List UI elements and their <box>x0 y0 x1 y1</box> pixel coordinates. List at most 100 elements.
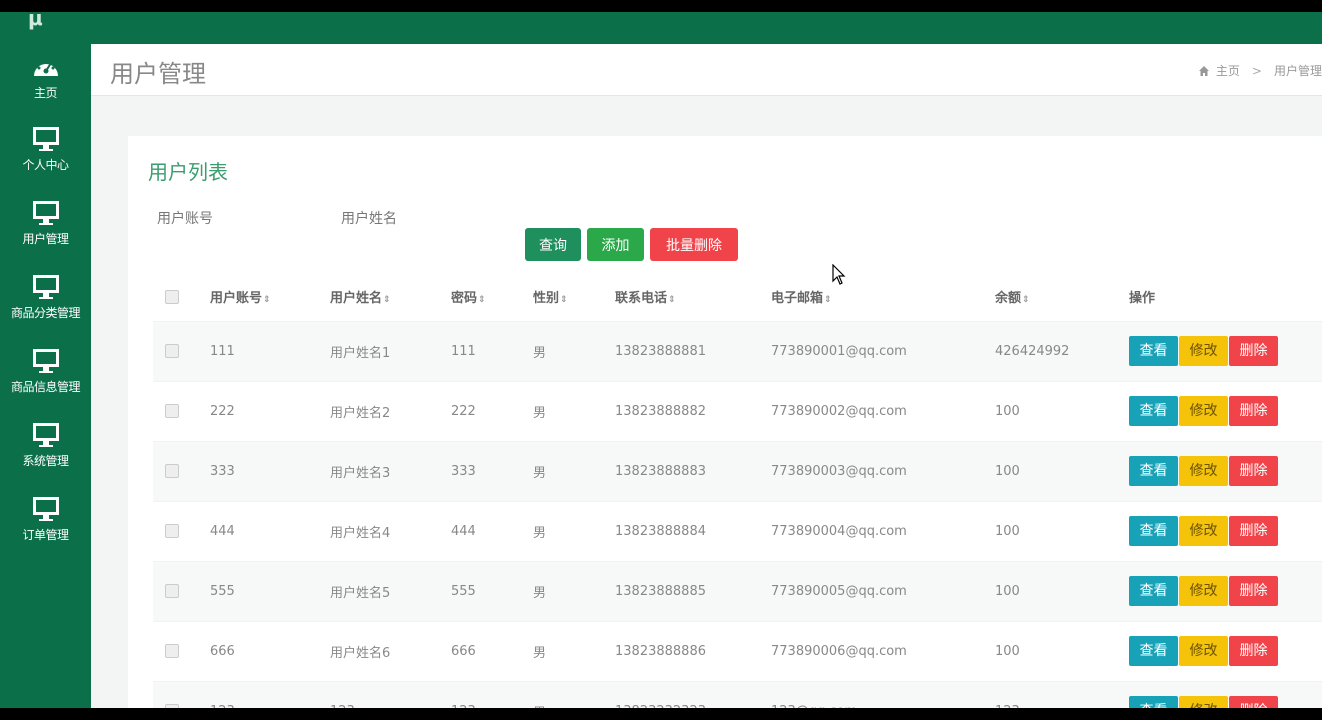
row-checkbox[interactable] <box>165 644 179 658</box>
table-row: 111 用户姓名1 111 男 13823888881 773890001@qq.com 4… <box>153 320 1322 381</box>
delete-button[interactable]: 删除 <box>1229 396 1278 426</box>
sidebar-item-label: 商品分类管理 <box>10 306 81 320</box>
row-select-cell <box>153 560 198 621</box>
row-select-cell <box>153 620 198 681</box>
row-actions: 查看修改删除 <box>1117 440 1322 501</box>
row-checkbox[interactable] <box>165 584 179 598</box>
mouse-cursor-icon <box>832 264 846 285</box>
table-header-row: 用户账号⇕ 用户姓名⇕ 密码⇕ 性别⇕ 联系电话⇕ 电子邮箱⇕ 余额⇕ 操作 <box>153 273 1322 321</box>
view-button[interactable]: 查看 <box>1129 696 1178 708</box>
sort-icon: ⇕ <box>824 295 832 306</box>
cell-name: 123 <box>318 680 439 708</box>
edit-button[interactable]: 修改 <box>1179 516 1228 546</box>
row-checkbox[interactable] <box>165 524 179 538</box>
cell-gender: 男 <box>521 680 603 708</box>
breadcrumb-home[interactable]: 主页 <box>1216 62 1240 79</box>
cell-gender: 男 <box>521 500 603 561</box>
row-checkbox[interactable] <box>165 464 179 478</box>
table-row: 666 用户姓名6 666 男 13823888886 773890006@qq.com 1… <box>153 620 1322 681</box>
cell-password: 333 <box>439 440 521 501</box>
view-button[interactable]: 查看 <box>1129 516 1178 546</box>
cell-password: 666 <box>439 620 521 681</box>
table-row: 444 用户姓名4 444 男 13823888884 773890004@qq.com 1… <box>153 500 1322 561</box>
edit-button[interactable]: 修改 <box>1179 576 1228 606</box>
panel-title: 用户列表 <box>148 160 228 184</box>
sidebar-item-order-management[interactable]: 订单管理 <box>0 496 91 566</box>
main-content: 用户管理 主页 > 用户管理 用户列表 用户账号 用户姓名 查询 添加 批量删除 <box>91 44 1322 708</box>
edit-button[interactable]: 修改 <box>1179 336 1228 366</box>
column-header[interactable]: 密码⇕ <box>439 273 521 321</box>
column-header[interactable]: 用户姓名⇕ <box>318 273 439 321</box>
breadcrumb-separator: > <box>1251 63 1262 78</box>
cell-email: 123@qq.com <box>759 680 983 708</box>
cell-balance: 100 <box>983 560 1117 621</box>
cell-balance: 100 <box>983 440 1117 501</box>
edit-button[interactable]: 修改 <box>1179 396 1228 426</box>
search-name-label: 用户姓名 <box>341 211 397 227</box>
select-all-cell <box>153 273 198 321</box>
monitor-icon <box>32 127 59 151</box>
cell-phone: 13823232323 <box>603 680 759 708</box>
delete-button[interactable]: 删除 <box>1229 636 1278 666</box>
delete-button[interactable]: 删除 <box>1229 516 1278 546</box>
table-row: 123123123男13823232323123@qq.com123查看修改删除 <box>153 680 1322 708</box>
view-button[interactable]: 查看 <box>1129 396 1178 426</box>
delete-button[interactable]: 删除 <box>1229 336 1278 366</box>
cell-balance: 123 <box>983 680 1117 708</box>
view-button[interactable]: 查看 <box>1129 336 1178 366</box>
view-button[interactable]: 查看 <box>1129 576 1178 606</box>
cell-name: 用户姓名1 <box>318 320 439 381</box>
column-header[interactable]: 性别⇕ <box>521 273 603 321</box>
sidebar-item-personal-center[interactable]: 个人中心 <box>0 126 91 196</box>
edit-button[interactable]: 修改 <box>1179 456 1228 486</box>
delete-button[interactable]: 删除 <box>1229 456 1278 486</box>
sidebar-item-system-management[interactable]: 系统管理 <box>0 422 91 492</box>
sort-icon: ⇕ <box>560 295 568 306</box>
delete-button[interactable]: 删除 <box>1229 696 1278 708</box>
sort-icon: ⇕ <box>1022 295 1030 306</box>
dashboard-icon <box>33 61 58 76</box>
edit-button[interactable]: 修改 <box>1179 636 1228 666</box>
sort-icon: ⇕ <box>478 295 486 306</box>
cell-phone: 13823888883 <box>603 440 759 501</box>
cell-account: 666 <box>198 620 318 681</box>
row-select-cell <box>153 680 198 708</box>
row-select-cell <box>153 440 198 501</box>
query-button[interactable]: 查询 <box>525 228 581 261</box>
batch-delete-button[interactable]: 批量删除 <box>650 228 738 261</box>
row-checkbox[interactable] <box>165 344 179 358</box>
breadcrumb: 主页 > 用户管理 <box>1198 62 1322 79</box>
view-button[interactable]: 查看 <box>1129 636 1178 666</box>
sidebar-item-home[interactable]: 主页 <box>0 54 91 124</box>
cell-account: 222 <box>198 380 318 441</box>
cell-name: 用户姓名6 <box>318 620 439 681</box>
column-header[interactable]: 电子邮箱⇕ <box>759 273 983 321</box>
user-table: 用户账号⇕ 用户姓名⇕ 密码⇕ 性别⇕ 联系电话⇕ 电子邮箱⇕ 余额⇕ 操作 1… <box>153 273 1322 708</box>
delete-button[interactable]: 删除 <box>1229 576 1278 606</box>
table-row: 555 用户姓名5 555 男 13823888885 773890005@qq.com 1… <box>153 560 1322 621</box>
monitor-icon <box>32 275 59 299</box>
column-header[interactable]: 用户账号⇕ <box>198 273 318 321</box>
monitor-icon <box>32 497 59 521</box>
row-actions: 查看修改删除 <box>1117 620 1322 681</box>
select-all-checkbox[interactable] <box>165 289 179 304</box>
row-checkbox[interactable] <box>165 704 179 708</box>
sidebar-item-category-management[interactable]: 商品分类管理 <box>0 274 91 344</box>
cell-email: 773890005@qq.com <box>759 560 983 621</box>
sidebar-item-label: 个人中心 <box>22 158 69 172</box>
column-header[interactable]: 联系电话⇕ <box>603 273 759 321</box>
sidebar-item-product-management[interactable]: 商品信息管理 <box>0 348 91 418</box>
page-header: 用户管理 主页 > 用户管理 <box>91 44 1322 96</box>
table-body: 111 用户姓名1 111 男 13823888881 773890001@qq.com 4… <box>153 320 1322 708</box>
column-header[interactable]: 余额⇕ <box>983 273 1117 321</box>
add-button[interactable]: 添加 <box>587 228 644 261</box>
sidebar-item-user-management[interactable]: 用户管理 <box>0 200 91 270</box>
cell-gender: 男 <box>521 440 603 501</box>
cell-phone: 13823888886 <box>603 620 759 681</box>
cell-name: 用户姓名5 <box>318 560 439 621</box>
cell-phone: 13823888884 <box>603 500 759 561</box>
row-checkbox[interactable] <box>165 404 179 418</box>
view-button[interactable]: 查看 <box>1129 456 1178 486</box>
logo: μ <box>28 12 43 30</box>
edit-button[interactable]: 修改 <box>1179 696 1228 708</box>
